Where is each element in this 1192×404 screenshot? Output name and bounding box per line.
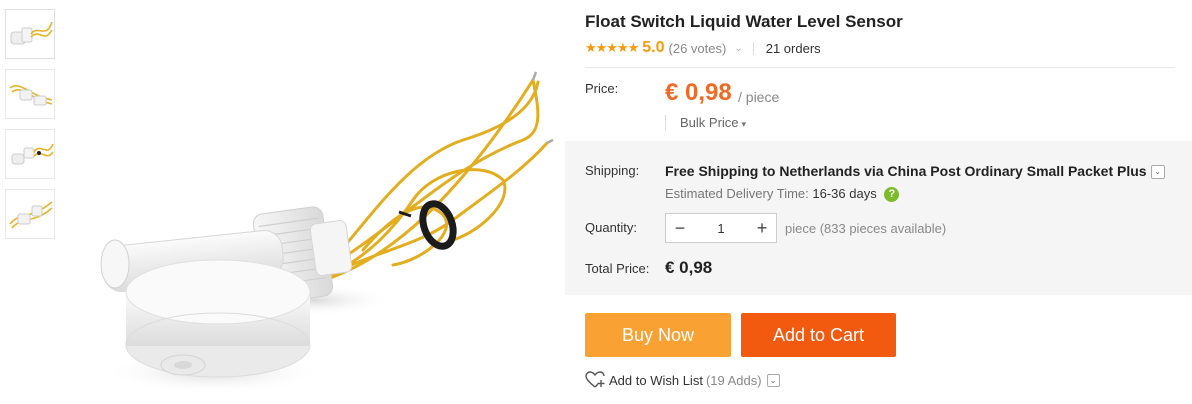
- quantity-label: Quantity:: [585, 220, 638, 235]
- chevron-down-icon[interactable]: ⌄: [734, 43, 742, 54]
- price-label: Price:: [585, 81, 619, 96]
- rating-row: ★★★★★ 5.0 (26 votes) ⌄ 21 orders: [585, 38, 821, 58]
- thumbnail-image: [9, 201, 53, 229]
- thumbnail-3[interactable]: [5, 129, 55, 179]
- divider-line: [585, 67, 1175, 68]
- thumbnail-image: [10, 21, 53, 45]
- product-title: Float Switch Liquid Water Level Sensor: [585, 12, 903, 31]
- thumbnail-4[interactable]: [5, 189, 55, 239]
- help-icon[interactable]: ?: [884, 187, 900, 203]
- quantity-decrease-button[interactable]: −: [666, 214, 694, 242]
- price-value: € 0,98: [665, 79, 732, 106]
- rating-stars-icon: ★★★★★: [585, 40, 639, 55]
- main-product-image[interactable]: [63, 0, 565, 404]
- delivery-label: Estimated Delivery Time:: [665, 186, 809, 201]
- caret-down-icon: ▾: [741, 119, 747, 129]
- wishlist-dropdown-icon[interactable]: ⌄: [766, 373, 780, 387]
- orders-count: 21 orders: [765, 40, 821, 56]
- quantity-input[interactable]: 1: [694, 221, 748, 236]
- price-unit: / piece: [738, 89, 780, 105]
- votes-count[interactable]: (26 votes): [669, 41, 727, 56]
- divider: [752, 41, 754, 55]
- float-switch-illustration: [100, 71, 554, 394]
- thumbnail-2[interactable]: [5, 69, 55, 119]
- wishlist-label: Add to Wish List: [609, 372, 703, 388]
- shipping-method[interactable]: Free Shipping to Netherlands via China P…: [665, 163, 1165, 180]
- thumbnail-image: [11, 143, 54, 165]
- quantity-stepper: − 1 +: [665, 213, 777, 243]
- total-price-label: Total Price:: [585, 261, 650, 276]
- rating-value: 5.0: [642, 39, 665, 56]
- thumbnail-image: [9, 85, 53, 106]
- thumbnail-list: [5, 9, 55, 249]
- product-info-panel: Float Switch Liquid Water Level Sensor ★…: [565, 0, 1192, 404]
- total-price-value: € 0,98: [665, 258, 713, 277]
- add-to-wishlist[interactable]: Add to Wish List (19 Adds) ⌄: [585, 371, 780, 389]
- bulk-price-label: Bulk Price: [680, 115, 739, 130]
- delivery-estimate: Estimated Delivery Time: 16-36 days ?: [665, 186, 900, 203]
- thumbnail-1[interactable]: [5, 9, 55, 59]
- heart-plus-icon: [585, 371, 605, 388]
- shipping-label: Shipping:: [585, 163, 640, 178]
- delivery-days: 16-36 days: [812, 186, 877, 201]
- bulk-price-dropdown[interactable]: Bulk Price ▾: [665, 115, 746, 131]
- buy-now-button[interactable]: Buy Now: [585, 313, 731, 357]
- quantity-availability: piece (833 pieces available): [785, 221, 947, 236]
- shipping-dropdown-icon[interactable]: ⌄: [1150, 165, 1165, 180]
- wishlist-count: (19 Adds): [705, 372, 762, 388]
- shipping-method-text: Free Shipping to Netherlands via China P…: [665, 163, 1147, 179]
- add-to-cart-button[interactable]: Add to Cart: [741, 313, 896, 357]
- quantity-increase-button[interactable]: +: [748, 214, 776, 242]
